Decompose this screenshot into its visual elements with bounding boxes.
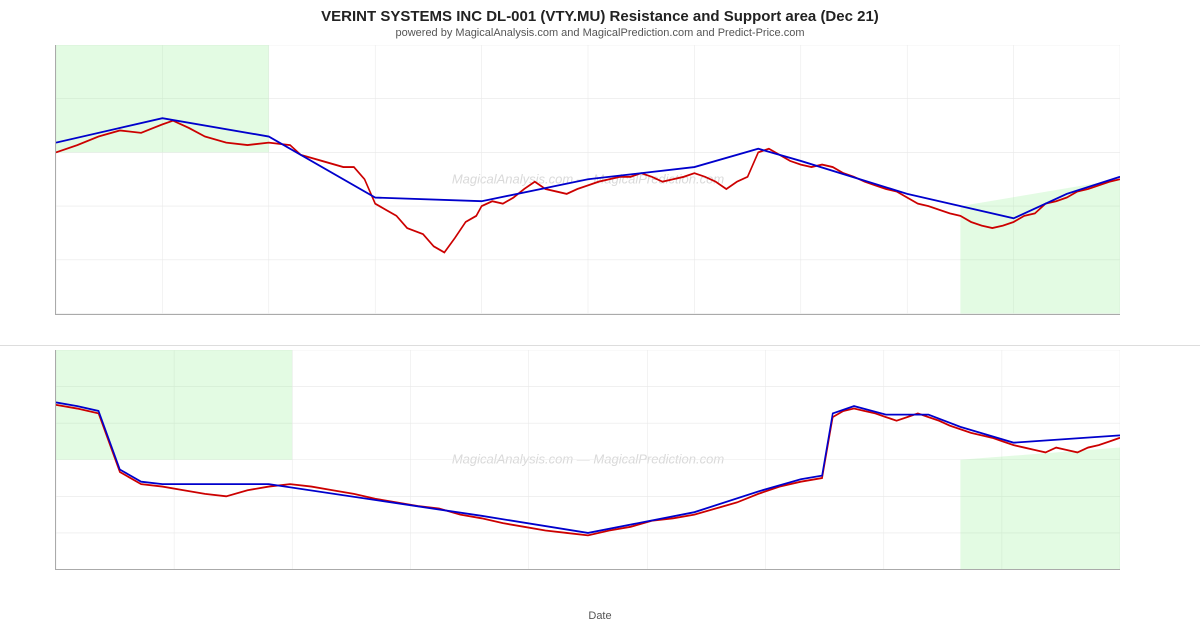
bottom-chart-wrapper: Price MagicalAnalysis.com — MagicalPredi… <box>0 345 1200 601</box>
top-chart-wrapper: Price MagicalAnalysis.com — MagicalPredi… <box>0 41 1200 345</box>
chart-subtitle: powered by MagicalAnalysis.com and Magic… <box>0 27 1200 39</box>
bottom-x-label: Date <box>588 610 611 622</box>
charts-area: Price MagicalAnalysis.com — MagicalPredi… <box>0 41 1200 600</box>
bottom-chart-area: MagicalAnalysis.com — MagicalPrediction.… <box>55 350 1120 571</box>
top-chart-svg <box>56 45 1120 314</box>
chart-header: VERINT SYSTEMS INC DL-001 (VTY.MU) Resis… <box>0 0 1200 41</box>
bottom-chart-svg <box>56 350 1120 570</box>
chart-title: VERINT SYSTEMS INC DL-001 (VTY.MU) Resis… <box>0 8 1200 25</box>
top-chart-area: MagicalAnalysis.com — MagicalPrediction.… <box>55 45 1120 315</box>
main-container: VERINT SYSTEMS INC DL-001 (VTY.MU) Resis… <box>0 0 1200 600</box>
